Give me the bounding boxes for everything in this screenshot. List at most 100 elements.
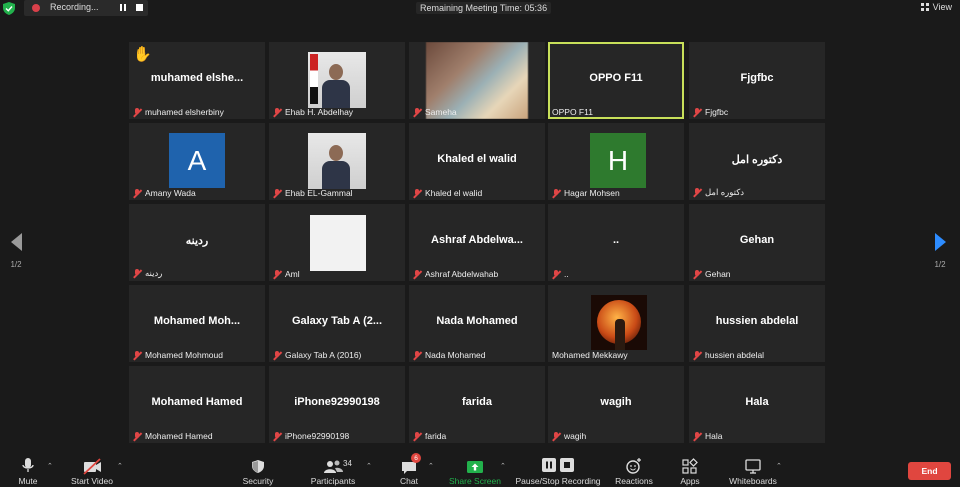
meeting-toolbar: Mute ⌃ Start Video ⌃ Security 34 Partici… xyxy=(0,452,960,487)
participant-tile[interactable]: Gehan Gehan xyxy=(689,204,825,281)
participant-name-label: Sameha xyxy=(413,107,457,117)
end-meeting-button[interactable]: End xyxy=(908,462,951,480)
chevron-up-icon[interactable]: ⌃ xyxy=(428,462,434,470)
chat-button[interactable]: 6 Chat xyxy=(394,452,424,487)
pause-stop-recording-label: Pause/Stop Recording xyxy=(515,476,601,486)
participant-tile[interactable]: دكتوره امل دكتوره امل xyxy=(689,123,825,200)
share-screen-button[interactable]: Share Screen xyxy=(449,452,501,487)
chat-unread-badge: 6 xyxy=(411,453,421,463)
chevron-up-icon[interactable]: ⌃ xyxy=(500,462,506,470)
participant-name-label: Galaxy Tab A (2016) xyxy=(273,350,361,360)
participant-display-name: farida xyxy=(462,396,492,408)
participants-icon xyxy=(324,460,343,473)
participant-tile[interactable]: Mohamed Moh... Mohamed Mohmoud xyxy=(129,285,265,362)
participant-tile[interactable]: Hala Hala xyxy=(689,366,825,443)
participant-display-name: Galaxy Tab A (2... xyxy=(291,315,383,327)
participant-name-label: hussien abdelal xyxy=(693,350,764,360)
raised-hand-icon: ✋ xyxy=(133,46,152,63)
shield-icon xyxy=(252,460,264,473)
mic-muted-icon xyxy=(693,269,701,279)
participant-tile[interactable]: iPhone92990198 iPhone92990198 xyxy=(269,366,405,443)
participant-name-label: Ehab H. Abdelhay xyxy=(273,107,353,117)
security-button[interactable]: Security xyxy=(238,452,278,487)
participant-display-name: Khaled el walid xyxy=(437,153,517,165)
participant-name: Mohamed Hamed xyxy=(145,431,213,441)
participant-tile[interactable]: Nada Mohamed Nada Mohamed xyxy=(409,285,545,362)
participant-name-label: OPPO F11 xyxy=(552,107,593,117)
mute-button[interactable]: Mute xyxy=(10,452,46,487)
participant-name: Amany Wada xyxy=(145,188,196,198)
participant-tile[interactable]: Sameha xyxy=(409,42,545,119)
apps-button[interactable]: Apps xyxy=(674,452,706,487)
participant-name: muhamed elsherbiny xyxy=(145,107,224,117)
participant-name-label: Hala xyxy=(693,431,722,441)
participant-tile[interactable]: ✋ muhamed elshe... muhamed elsherbiny xyxy=(129,42,265,119)
chevron-up-icon[interactable]: ⌃ xyxy=(366,462,372,470)
participant-name: Galaxy Tab A (2016) xyxy=(285,350,362,360)
participant-name-label: Fjgfbc xyxy=(693,107,728,117)
participant-tile[interactable]: Ehab H. Abdelhay xyxy=(269,42,405,119)
participant-name-label: Gehan xyxy=(693,269,731,279)
participant-name-label: Hagar Mohsen xyxy=(552,188,620,198)
participant-tile[interactable]: Mohamed Hamed Mohamed Hamed xyxy=(129,366,265,443)
profile-photo xyxy=(308,52,366,108)
previous-page-button[interactable]: 1/2 xyxy=(6,233,26,269)
participant-tile[interactable]: Fjgfbc Fjgfbc xyxy=(689,42,825,119)
participant-name-label: Mohamed Mohmoud xyxy=(133,350,223,360)
participant-tile[interactable]: Aml xyxy=(269,204,405,281)
participant-name-label: farida xyxy=(413,431,446,441)
chevron-up-icon[interactable]: ⌃ xyxy=(47,462,53,470)
page-indicator-left: 1/2 xyxy=(10,260,22,269)
mic-muted-icon xyxy=(133,188,141,198)
participant-tile[interactable]: Galaxy Tab A (2... Galaxy Tab A (2016) xyxy=(269,285,405,362)
chevron-up-icon[interactable]: ⌃ xyxy=(776,462,782,470)
mic-muted-icon xyxy=(273,269,281,279)
participant-tile[interactable]: Khaled el walid Khaled el walid xyxy=(409,123,545,200)
next-page-button[interactable]: 1/2 xyxy=(930,233,950,269)
pause-stop-recording-button[interactable]: Pause/Stop Recording xyxy=(515,452,601,487)
participant-display-name: ردينه xyxy=(185,235,209,247)
whiteboards-button[interactable]: Whiteboards xyxy=(728,452,778,487)
participant-tile[interactable]: .. .. xyxy=(548,204,684,281)
chevron-up-icon[interactable]: ⌃ xyxy=(117,462,123,470)
participant-display-name: Mohamed Hamed xyxy=(151,396,243,408)
grid-view-icon xyxy=(920,3,929,11)
participant-tile[interactable]: farida farida xyxy=(409,366,545,443)
participant-tile[interactable]: hussien abdelal hussien abdelal xyxy=(689,285,825,362)
participant-name-label: Ashraf Abdelwahab xyxy=(413,269,498,279)
participant-name: Fjgfbc xyxy=(705,107,729,117)
reactions-button[interactable]: Reactions xyxy=(612,452,656,487)
view-button[interactable]: View xyxy=(920,2,952,12)
stop-recording-icon[interactable] xyxy=(136,4,143,11)
participant-name: iPhone92990198 xyxy=(285,431,350,441)
participant-display-name: Hala xyxy=(745,396,769,408)
participant-display-name: Fjgfbc xyxy=(740,72,774,84)
mic-muted-icon xyxy=(413,431,421,441)
participant-tile[interactable]: A Amany Wada xyxy=(129,123,265,200)
participant-tile[interactable]: Ashraf Abdelwa... Ashraf Abdelwahab xyxy=(409,204,545,281)
mic-muted-icon xyxy=(133,107,141,117)
mic-muted-icon xyxy=(133,431,141,441)
mic-muted-icon xyxy=(413,269,421,279)
participant-name: wagih xyxy=(564,431,587,441)
participant-tile[interactable]: Ehab EL-Gammal xyxy=(269,123,405,200)
start-video-button[interactable]: Start Video xyxy=(68,452,116,487)
view-label: View xyxy=(932,2,952,12)
participant-tile[interactable]: H Hagar Mohsen xyxy=(548,123,684,200)
mic-muted-icon xyxy=(133,350,141,360)
recording-label: Recording... xyxy=(50,2,99,12)
profile-photo xyxy=(310,215,366,271)
security-label: Security xyxy=(242,476,274,486)
participant-tile[interactable]: wagih wagih xyxy=(548,366,684,443)
gallery-grid: ✋ muhamed elshe... muhamed elsherbiny Eh… xyxy=(129,42,826,443)
participant-tile-active-speaker[interactable]: OPPO F11 OPPO F11 xyxy=(548,42,684,119)
participant-name-label: Ehab EL-Gammal xyxy=(273,188,353,198)
pause-recording-icon[interactable] xyxy=(118,3,128,13)
participants-button[interactable]: 34 Participants xyxy=(305,452,361,487)
participant-tile[interactable]: Mohamed Mekkawy xyxy=(548,285,684,362)
participant-name: Ehab EL-Gammal xyxy=(285,188,353,198)
participant-tile[interactable]: ردينه ردينه xyxy=(129,204,265,281)
participant-display-name: Gehan xyxy=(739,234,775,246)
apps-label: Apps xyxy=(680,476,700,486)
shield-icon[interactable] xyxy=(3,2,15,15)
